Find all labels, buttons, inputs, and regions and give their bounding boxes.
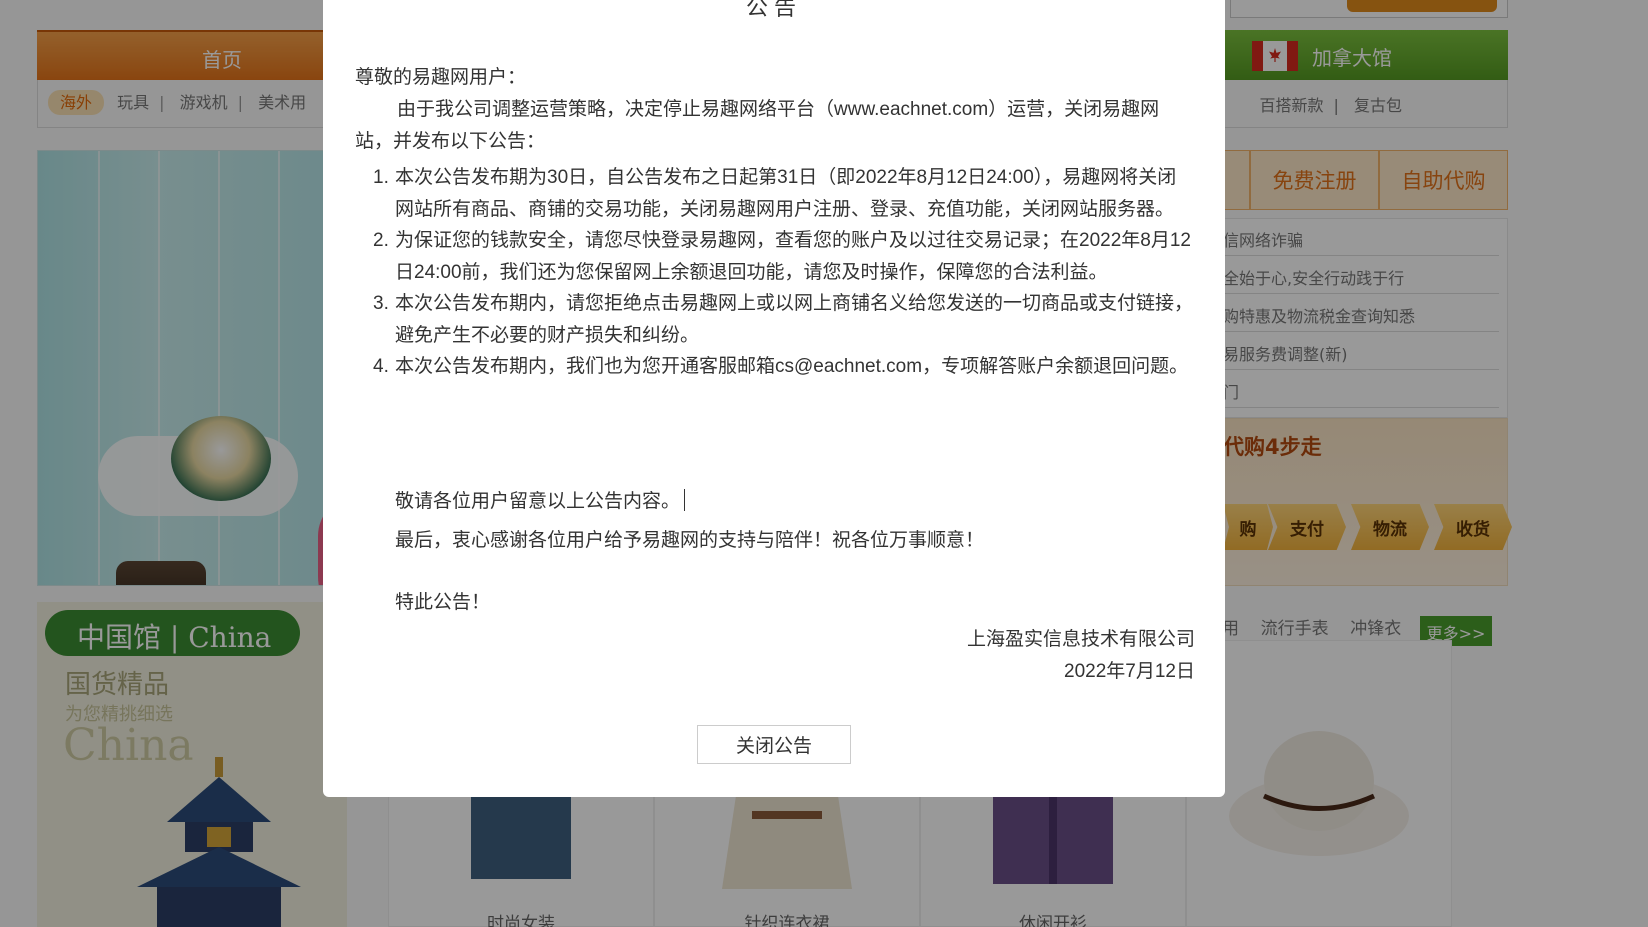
item-text: 本次公告发布期为30日，自公告发布之日起第31日（即2022年8月12日24:0… bbox=[395, 167, 1177, 220]
dialog-greeting: 尊敬的易趣网用户： bbox=[355, 67, 527, 88]
announcement-item: 4. 本次公告发布期内，我们也为您开通客服邮箱cs@eachnet.com，专项… bbox=[355, 351, 1195, 383]
dialog-company: 上海盈实信息技术有限公司 bbox=[966, 629, 1195, 650]
item-text: 为保证您的钱款安全，请您尽快登录易趣网，查看您的账户及以过往交易记录；在2022… bbox=[395, 230, 1191, 283]
dialog-intro: 由于我公司调整运营策略，决定停止易趣网络平台（www.eachnet.com）运… bbox=[355, 99, 1160, 152]
item-text: 本次公告发布期内，我们也为您开通客服邮箱cs@eachnet.com，专项解答账… bbox=[395, 356, 1189, 377]
item-number: 4. bbox=[373, 356, 389, 377]
item-number: 2. bbox=[373, 230, 389, 251]
item-number: 3. bbox=[373, 293, 389, 314]
dialog-notice: 敬请各位用户留意以上公告内容。 bbox=[395, 486, 686, 513]
item-number: 1. bbox=[373, 167, 389, 188]
announcement-list: 1. 本次公告发布期为30日，自公告发布之日起第31日（即2022年8月12日2… bbox=[355, 162, 1195, 383]
dialog-thanks: 最后，衷心感谢各位用户给予易趣网的支持与陪伴！祝各位万事顺意！ bbox=[395, 530, 985, 551]
item-text: 本次公告发布期内，请您拒绝点击易趣网上或以网上商铺名义给您发送的一切商品或支付链… bbox=[395, 293, 1194, 346]
announcement-item: 1. 本次公告发布期为30日，自公告发布之日起第31日（即2022年8月12日2… bbox=[355, 162, 1195, 225]
notice-text: 敬请各位用户留意以上公告内容。 bbox=[395, 491, 681, 512]
announcement-item: 2. 为保证您的钱款安全，请您尽快登录易趣网，查看您的账户及以过往交易记录；在2… bbox=[355, 225, 1195, 288]
dialog-title: 公告 bbox=[745, 0, 802, 20]
announcement-dialog: 公告 尊敬的易趣网用户： 由于我公司调整运营策略，决定停止易趣网络平台（www.… bbox=[323, 0, 1225, 797]
dialog-closing: 特此公告！ bbox=[395, 592, 491, 613]
text-cursor bbox=[684, 489, 686, 511]
dialog-date: 2022年7月12日 bbox=[1064, 661, 1195, 682]
close-announcement-button[interactable]: 关闭公告 bbox=[697, 725, 851, 764]
announcement-item: 3. 本次公告发布期内，请您拒绝点击易趣网上或以网上商铺名义给您发送的一切商品或… bbox=[355, 288, 1195, 351]
